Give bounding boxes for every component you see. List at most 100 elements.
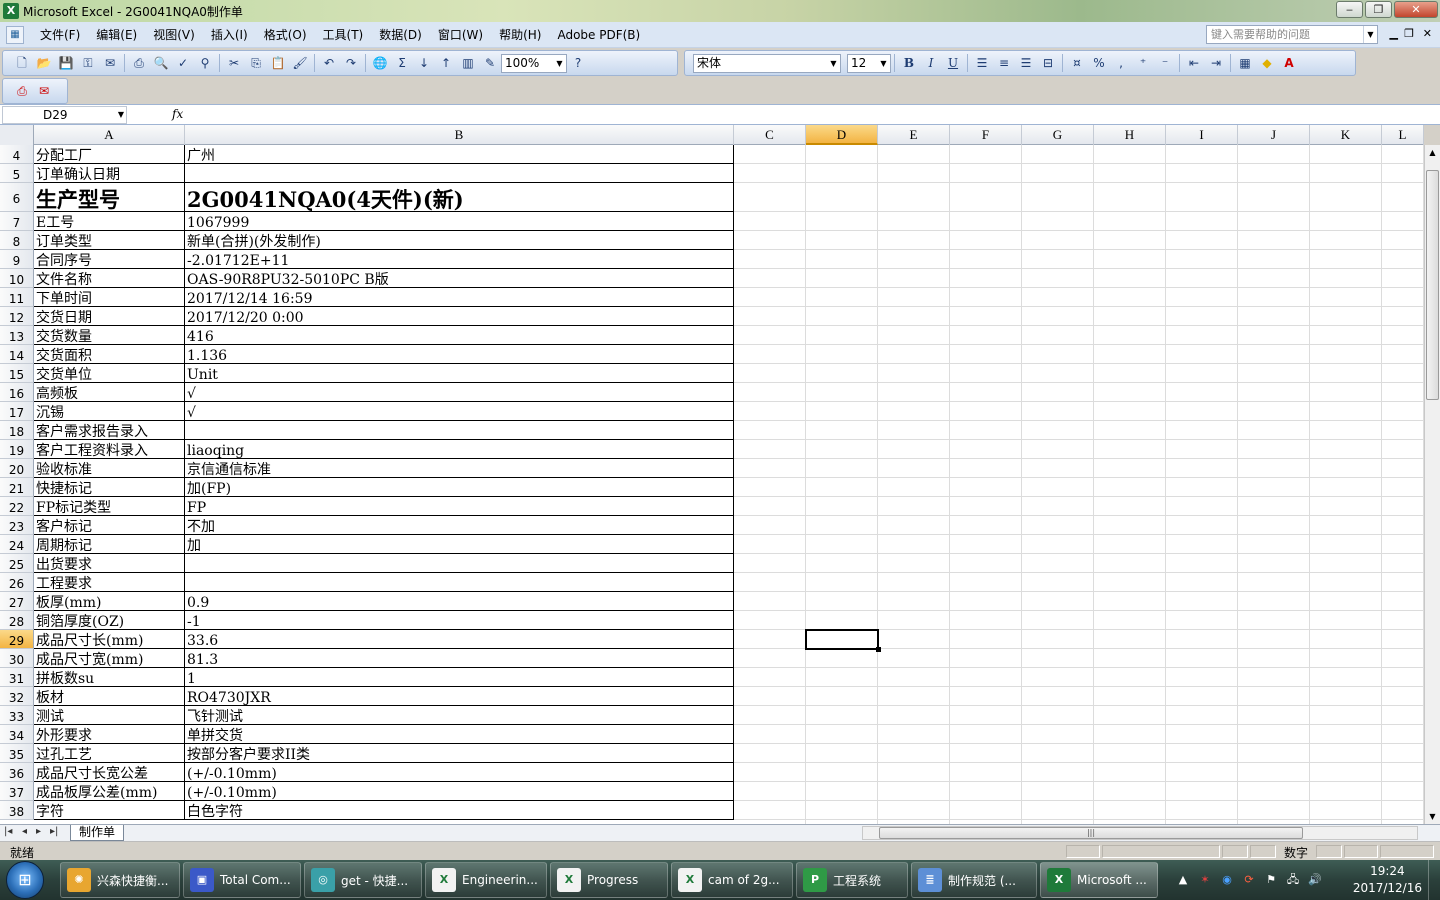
row-header[interactable]: 21 <box>0 478 34 497</box>
row-header[interactable]: 18 <box>0 421 34 440</box>
cell-a[interactable]: 交货单位 <box>34 364 185 383</box>
pdf-email-icon[interactable]: ✉ <box>36 83 52 99</box>
row-header[interactable]: 37 <box>0 782 34 801</box>
cell-a[interactable]: 测试 <box>34 706 185 725</box>
column-header-c[interactable]: C <box>734 125 806 145</box>
row-header[interactable]: 8 <box>0 231 34 250</box>
undo-icon[interactable]: ↶ <box>321 55 337 71</box>
empty-cells[interactable] <box>734 269 1424 288</box>
cell-b[interactable]: FP <box>185 497 734 516</box>
empty-cells[interactable] <box>734 497 1424 516</box>
decrease-indent-icon[interactable]: ⇤ <box>1186 55 1202 71</box>
chevron-down-icon[interactable]: ▼ <box>1363 26 1377 43</box>
volume-icon[interactable]: 🔊 <box>1307 872 1323 888</box>
merge-center-icon[interactable]: ⊟ <box>1040 55 1056 71</box>
zoom-select[interactable]: 100% ▼ <box>501 53 567 73</box>
cell-b[interactable]: 广州 <box>185 145 734 164</box>
column-header-e[interactable]: E <box>878 125 950 145</box>
cell-b[interactable]: 2017/12/14 16:59 <box>185 288 734 307</box>
cell-a[interactable]: 板厚(mm) <box>34 592 185 611</box>
show-hidden-icons-icon[interactable]: ▲ <box>1175 872 1191 888</box>
cell-a[interactable]: 客户需求报告录入 <box>34 421 185 440</box>
empty-cells[interactable] <box>734 364 1424 383</box>
cell-a[interactable]: 分配工厂 <box>34 145 185 164</box>
cell-a[interactable]: 订单确认日期 <box>34 164 185 183</box>
row-header[interactable]: 5 <box>0 164 34 183</box>
help-icon[interactable]: ? <box>570 55 586 71</box>
first-sheet-icon[interactable]: |◂ <box>4 826 12 837</box>
last-sheet-icon[interactable]: ▸| <box>50 826 58 837</box>
sort-descending-icon[interactable]: ↑ <box>438 55 454 71</box>
restore-button[interactable]: ❐ <box>1365 1 1392 18</box>
doc-close-icon[interactable]: ✕ <box>1423 27 1432 40</box>
workbook-icon[interactable]: ▦ <box>6 25 24 44</box>
cell-a[interactable]: 成品尺寸宽(mm) <box>34 649 185 668</box>
row-header[interactable]: 32 <box>0 687 34 706</box>
menu-window[interactable]: 窗口(W) <box>430 24 491 46</box>
empty-cells[interactable] <box>734 516 1424 535</box>
cell-a[interactable]: 外形要求 <box>34 725 185 744</box>
cut-icon[interactable]: ✂ <box>226 55 242 71</box>
cell-b[interactable]: 2G0041NQA0(4天件)(新) <box>185 183 734 212</box>
cell-b[interactable] <box>185 164 734 183</box>
menu-format[interactable]: 格式(O) <box>256 24 315 46</box>
row-header[interactable]: 20 <box>0 459 34 478</box>
chevron-down-icon[interactable]: ▼ <box>553 55 566 72</box>
cell-a[interactable]: 下单时间 <box>34 288 185 307</box>
font-name-select[interactable]: 宋体 ▼ <box>693 53 841 73</box>
vertical-scroll-thumb[interactable] <box>1426 170 1439 400</box>
cell-b[interactable]: 京信通信标准 <box>185 459 734 478</box>
row-header[interactable]: 22 <box>0 497 34 516</box>
column-header-a[interactable]: A <box>34 125 185 145</box>
cell-a[interactable]: 过孔工艺 <box>34 744 185 763</box>
column-header-j[interactable]: J <box>1238 125 1310 145</box>
row-header[interactable]: 29 <box>0 630 34 649</box>
windows-start-icon[interactable]: ⊞ <box>6 861 44 899</box>
decrease-decimal-icon[interactable]: ⁻ <box>1157 55 1173 71</box>
cell-b[interactable]: 飞针测试 <box>185 706 734 725</box>
cell-a[interactable]: 出货要求 <box>34 554 185 573</box>
scroll-down-icon[interactable]: ▼ <box>1425 809 1440 824</box>
cell-a[interactable]: 验收标准 <box>34 459 185 478</box>
print-icon[interactable]: ⎙ <box>131 55 147 71</box>
redo-icon[interactable]: ↷ <box>343 55 359 71</box>
align-left-icon[interactable]: ☰ <box>974 55 990 71</box>
font-size-select[interactable]: 12 ▼ <box>847 53 891 73</box>
row-header[interactable]: 34 <box>0 725 34 744</box>
worksheet-grid[interactable]: ABCDEFGHIJKL 4 分配工厂 广州 5 订单确认日期 6 生产型号 2G0041NQ… <box>0 125 1424 824</box>
row-header[interactable]: 12 <box>0 307 34 326</box>
chevron-down-icon[interactable]: ▼ <box>827 55 840 72</box>
underline-button[interactable]: U <box>945 55 961 71</box>
row-header[interactable]: 25 <box>0 554 34 573</box>
taskbar-item[interactable]: X Engineerin... <box>425 862 547 898</box>
empty-cells[interactable] <box>734 345 1424 364</box>
menu-insert[interactable]: 插入(I) <box>203 24 256 46</box>
menu-help[interactable]: 帮助(H) <box>491 24 549 46</box>
taskbar-item[interactable]: P 工程系统 <box>796 862 908 898</box>
permission-icon[interactable]: ⚿ <box>80 55 96 71</box>
cell-a[interactable]: 客户标记 <box>34 516 185 535</box>
cell-b[interactable]: 1.136 <box>185 345 734 364</box>
menu-edit[interactable]: 编辑(E) <box>88 24 145 46</box>
cell-a[interactable]: 周期标记 <box>34 535 185 554</box>
horizontal-scrollbar[interactable]: ||| <box>862 826 1418 840</box>
menu-tools[interactable]: 工具(T) <box>315 24 372 46</box>
row-header[interactable]: 27 <box>0 592 34 611</box>
empty-cells[interactable] <box>734 250 1424 269</box>
cell-a[interactable]: 工程要求 <box>34 573 185 592</box>
empty-cells[interactable] <box>734 478 1424 497</box>
empty-cells[interactable] <box>734 782 1424 801</box>
cell-b[interactable]: 加(FP) <box>185 478 734 497</box>
empty-cells[interactable] <box>734 145 1424 164</box>
column-header-i[interactable]: I <box>1166 125 1238 145</box>
doc-minimize-icon[interactable]: ▁ <box>1390 27 1398 40</box>
empty-cells[interactable] <box>734 231 1424 250</box>
cell-b[interactable]: Unit <box>185 364 734 383</box>
new-icon[interactable]: 🗋 <box>14 55 30 71</box>
minimize-button[interactable]: ‒ <box>1336 1 1363 18</box>
cell-a[interactable]: 合同序号 <box>34 250 185 269</box>
row-header[interactable]: 4 <box>0 145 34 164</box>
cell-b[interactable]: √ <box>185 383 734 402</box>
font-color-icon[interactable]: A <box>1281 55 1297 71</box>
empty-cells[interactable] <box>734 440 1424 459</box>
